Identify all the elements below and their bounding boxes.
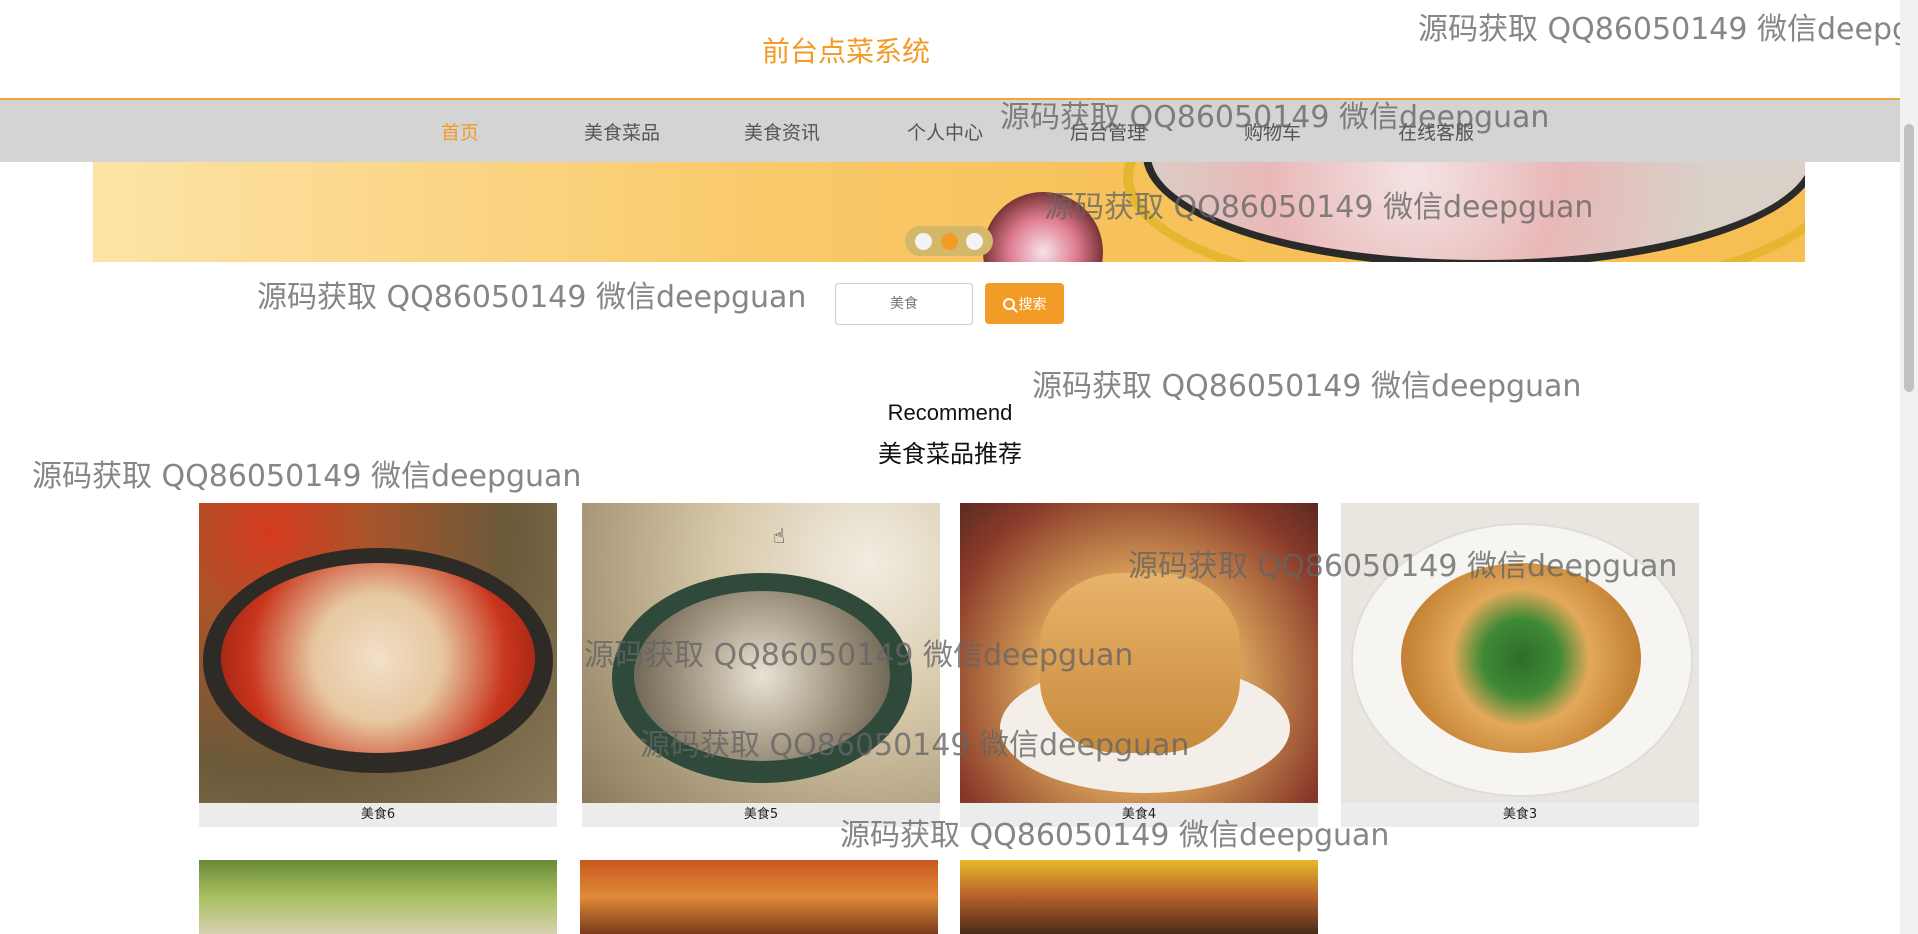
nav-item-dishes[interactable]: 美食菜品 bbox=[584, 118, 660, 145]
dish-image[interactable] bbox=[1341, 503, 1699, 803]
section-title-en: Recommend bbox=[887, 400, 1013, 425]
dish-image[interactable] bbox=[580, 860, 938, 934]
dish-label[interactable]: 美食4 bbox=[960, 803, 1318, 827]
site-title: 前台点菜系统 bbox=[761, 35, 930, 68]
dish-card[interactable]: 美食6 bbox=[199, 503, 557, 827]
carousel-dot-3[interactable] bbox=[966, 233, 983, 250]
dish-label[interactable]: 美食5 bbox=[582, 803, 940, 827]
dish-image[interactable] bbox=[199, 503, 557, 803]
dish-image[interactable] bbox=[199, 860, 557, 934]
watermark-text: 源码获取 QQ86050149 微信deepguan bbox=[1032, 369, 1582, 404]
dish-card[interactable]: 美食3 bbox=[1341, 503, 1699, 827]
pointer-cursor-icon: ☝ bbox=[773, 524, 786, 548]
nav-item-news[interactable]: 美食资讯 bbox=[744, 118, 820, 145]
search-icon bbox=[1002, 297, 1015, 310]
dish-card[interactable] bbox=[960, 860, 1318, 934]
nav-item-home[interactable]: 首页 bbox=[441, 118, 479, 145]
watermark-text: 源码获取 QQ86050149 微信deepguan bbox=[257, 280, 807, 315]
nav-item-personal-center[interactable]: 个人中心 bbox=[907, 118, 983, 145]
nav-item-cart[interactable]: 购物车 bbox=[1244, 118, 1301, 145]
dish-image[interactable] bbox=[960, 860, 1318, 934]
watermark-text: 源码获取 QQ86050149 微信deepguan bbox=[32, 459, 582, 494]
dish-label[interactable]: 美食6 bbox=[199, 803, 557, 827]
main-nav: 首页 美食菜品 美食资讯 个人中心 后台管理 购物车 在线客服 bbox=[0, 100, 1900, 162]
nav-item-admin[interactable]: 后台管理 bbox=[1070, 118, 1146, 145]
dish-card[interactable]: 美食5 bbox=[582, 503, 940, 827]
search-button-label: 搜索 bbox=[1018, 296, 1047, 313]
carousel-dots bbox=[905, 226, 993, 256]
page-scrollbar[interactable] bbox=[1900, 0, 1918, 934]
top-header: 前台点菜系统 bbox=[0, 0, 1900, 100]
dish-card[interactable] bbox=[580, 860, 938, 934]
search-input[interactable] bbox=[835, 283, 973, 325]
carousel-dot-1[interactable] bbox=[915, 233, 932, 250]
dish-card[interactable]: 美食4 bbox=[960, 503, 1318, 827]
dish-image[interactable] bbox=[960, 503, 1318, 803]
dish-card[interactable] bbox=[199, 860, 557, 934]
nav-item-online-service[interactable]: 在线客服 bbox=[1398, 118, 1474, 145]
carousel-dot-2[interactable] bbox=[941, 233, 958, 250]
banner-donut bbox=[983, 192, 1103, 262]
dish-label[interactable]: 美食3 bbox=[1341, 803, 1699, 827]
dish-image[interactable] bbox=[582, 503, 940, 803]
search-button[interactable]: 搜索 bbox=[985, 283, 1064, 324]
scrollbar-thumb[interactable] bbox=[1904, 124, 1914, 392]
section-title-cn: 美食菜品推荐 bbox=[878, 440, 1022, 468]
